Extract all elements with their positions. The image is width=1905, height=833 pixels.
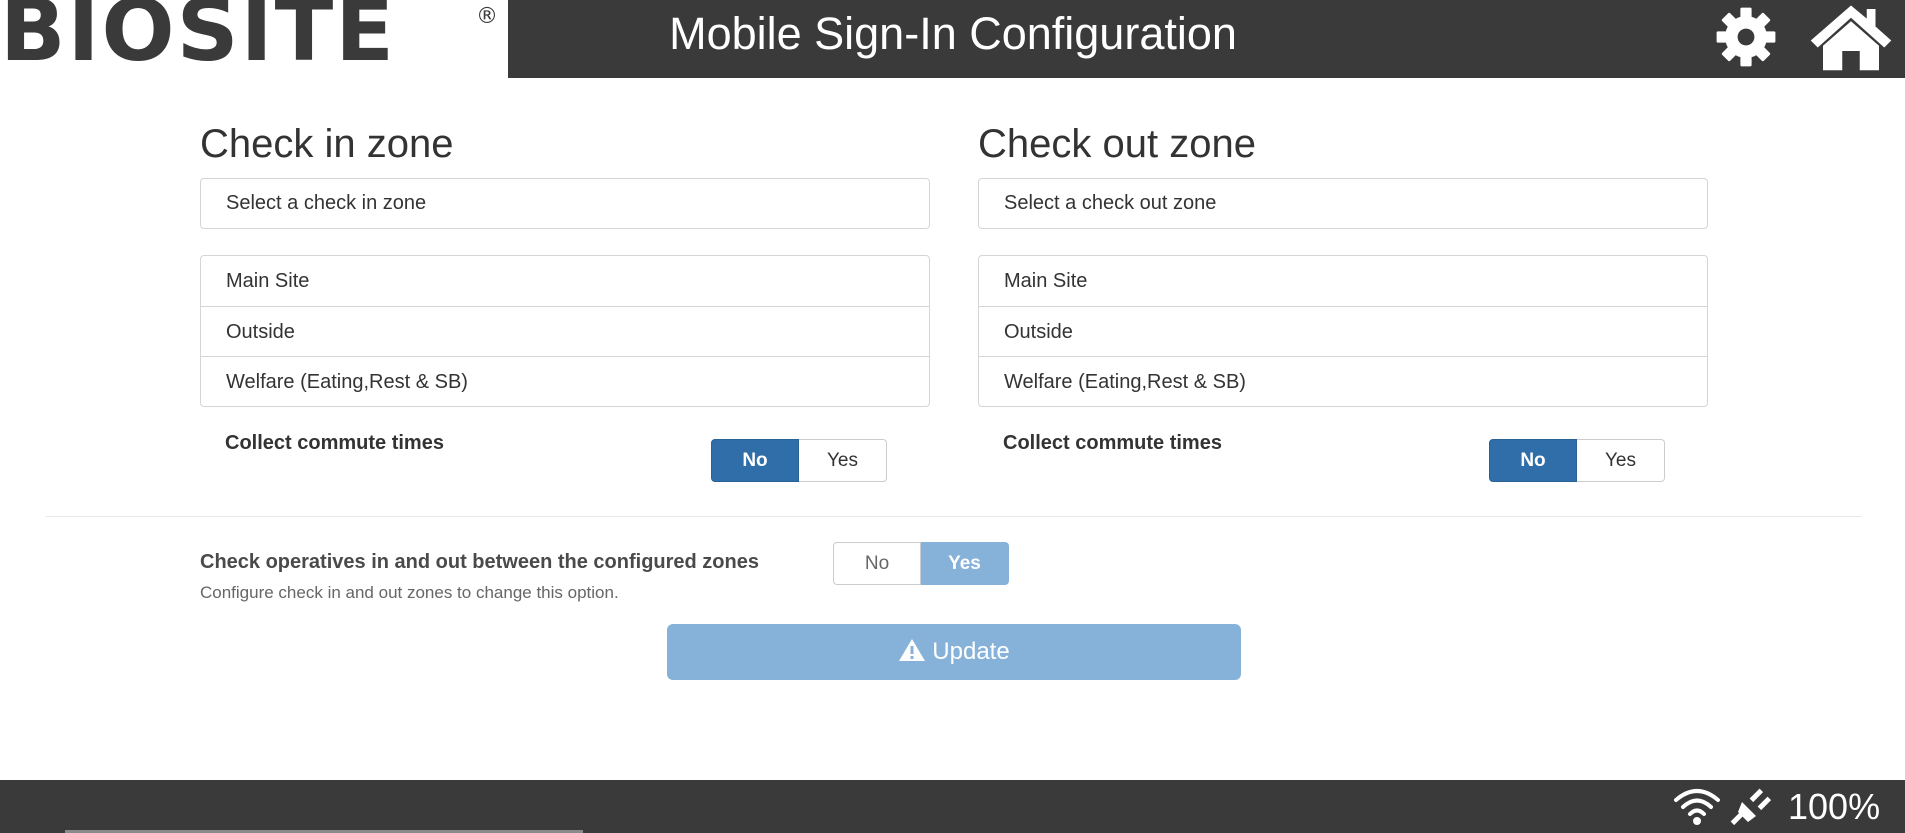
update-button-label: Update [932,638,1010,665]
battery-level: 100% [1788,786,1881,827]
check-in-zone-panel: Check in zone Select a check in zone Mai… [200,118,930,482]
check-out-commute-label: Collect commute times [1003,432,1222,454]
check-in-zone-item[interactable]: Main Site [201,256,929,306]
check-in-zone-list: Main Site Outside Welfare (Eating,Rest &… [200,255,930,407]
check-out-commute-toggle: No Yes [1489,439,1665,482]
between-zones-hint: Configure check in and out zones to chan… [200,583,619,602]
check-out-zone-item[interactable]: Welfare (Eating,Rest & SB) [979,356,1707,406]
gear-icon[interactable] [1700,2,1792,72]
wifi-icon [1674,789,1720,825]
check-out-commute-no-button[interactable]: No [1489,439,1577,482]
update-button[interactable]: Update [667,624,1241,680]
check-out-zone-select[interactable]: Select a check out zone [978,178,1708,229]
home-icon[interactable] [1805,2,1897,72]
check-in-zone-select[interactable]: Select a check in zone [200,178,930,229]
page-title: Mobile Sign-In Configuration [669,8,1237,59]
check-out-commute-row: Collect commute times No Yes [978,427,1708,482]
check-in-commute-no-button[interactable]: No [711,439,799,482]
between-zones-toggle: No Yes [833,542,1009,585]
check-in-zone-item[interactable]: Welfare (Eating,Rest & SB) [201,356,929,406]
between-zones-yes-button[interactable]: Yes [921,542,1009,585]
check-out-zone-list: Main Site Outside Welfare (Eating,Rest &… [978,255,1708,407]
header-bar: BIOSITE ® Mobile Sign-In Configuration [0,0,1905,78]
section-divider [46,516,1862,517]
check-in-zone-item[interactable]: Outside [201,306,929,356]
logo-registered-mark: ® [476,4,498,29]
warning-icon [899,639,926,661]
status-bar: 100% [0,780,1905,833]
check-in-commute-toggle: No Yes [711,439,887,482]
check-out-commute-yes-button[interactable]: Yes [1577,439,1665,482]
check-in-commute-row: Collect commute times No Yes [200,427,930,482]
check-out-zone-item[interactable]: Main Site [979,256,1707,306]
between-zones-label: Check operatives in and out between the … [200,551,759,573]
check-in-commute-yes-button[interactable]: Yes [799,439,887,482]
check-out-zone-panel: Check out zone Select a check out zone M… [978,118,1708,482]
check-in-heading: Check in zone [200,122,454,166]
plug-icon [1730,788,1772,826]
check-in-commute-label: Collect commute times [225,432,444,454]
check-out-heading: Check out zone [978,122,1256,166]
between-zones-no-button[interactable]: No [833,542,921,585]
logo-text: BIOSITE [0,0,397,81]
check-out-zone-item[interactable]: Outside [979,306,1707,356]
logo: BIOSITE ® [0,0,508,78]
